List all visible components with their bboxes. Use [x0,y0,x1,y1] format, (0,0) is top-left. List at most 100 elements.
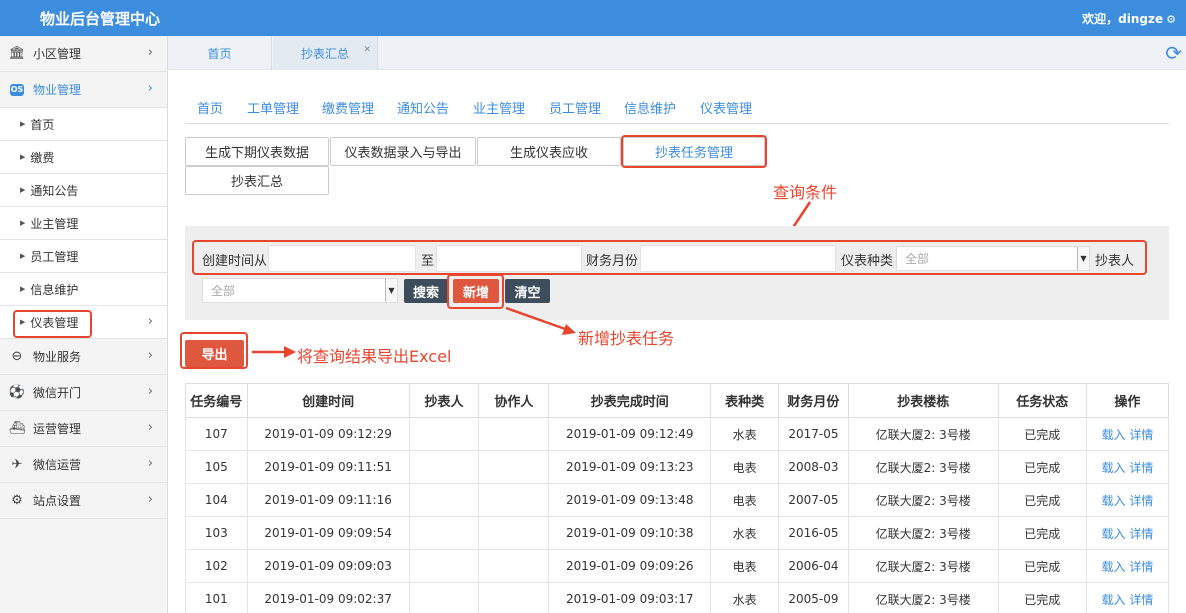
created-to-input[interactable] [436,245,582,272]
cell-created: 2019-01-09 09:11:16 [246,483,410,517]
load-link[interactable]: 载入 [1101,494,1125,508]
cell-actions: 载入 详情 [1085,417,1170,451]
triangle-right-icon: ▶ [20,186,26,194]
col-finished: 抄表完成时间 [548,383,712,418]
soccer-icon: ⚽ [8,385,26,400]
nav-meter[interactable]: 仪表管理 [700,98,752,117]
nav-owner[interactable]: 业主管理 [473,98,525,117]
cell-building: 亿联大厦2: 3号楼 [847,450,999,484]
col-actions: 操作 [1085,383,1170,418]
meter-type-select[interactable]: 全部 ▼ [896,246,1090,271]
sidebar-item-label: 物业服务 [33,350,82,364]
load-link[interactable]: 载入 [1101,560,1125,574]
created-from-input[interactable] [268,245,416,272]
load-link[interactable]: 载入 [1101,593,1125,607]
triangle-right-icon: ▶ [20,219,26,227]
cell-fin-month: 2006-04 [778,549,849,583]
cell-task-id: 103 [185,516,248,550]
load-link[interactable]: 载入 [1101,527,1125,541]
sidebar-item-label: 站点设置 [33,494,82,508]
refresh-icon[interactable]: ⟳ [1165,41,1182,65]
triangle-right-icon: ▶ [20,153,26,161]
sidebar-sub-staff[interactable]: ▶ 员工管理 [0,240,167,273]
cell-task-id: 107 [185,417,248,451]
table-row: 107 2019-01-09 09:12:29 2019-01-09 09:12:4… [185,417,1170,451]
cell-status: 已完成 [997,417,1087,451]
fin-month-input[interactable] [640,245,836,272]
sidebar-sub-label: 首页 [30,117,55,132]
detail-link[interactable]: 详情 [1129,428,1153,442]
cell-reader [408,582,480,613]
cell-fin-month: 2017-05 [778,417,849,451]
table-row: 102 2019-01-09 09:09:03 2019-01-09 09:09:2… [185,549,1170,583]
gen-meter-receivable-button[interactable]: 生成仪表应收 [477,137,621,166]
user-menu[interactable]: 欢迎，dingze ⚙ [1082,10,1176,27]
sidebar-item-label: 微信开门 [33,386,82,400]
detail-link[interactable]: 详情 [1129,527,1153,541]
sidebar-item-operation[interactable]: ⛴ 运营管理 › [0,411,167,447]
cell-reader [408,549,480,583]
reader-select[interactable]: 全部 ▼ [202,278,398,303]
chevron-right-icon: › [147,45,153,60]
tab-label: 抄表汇总 [300,46,349,61]
sidebar-item-property[interactable]: OS 物业管理 › [0,72,167,108]
sidebar-item-wechat-door[interactable]: ⚽ 微信开门 › [0,375,167,411]
sidebar-sub-payment[interactable]: ▶ 缴费 [0,141,167,174]
sidebar-sub-label: 员工管理 [30,249,79,264]
chevron-right-icon: › [147,492,153,507]
cell-building: 亿联大厦2: 3号楼 [847,549,999,583]
annotation-add-label: 新增抄表任务 [578,329,675,348]
tab-home[interactable]: 首页 [168,36,272,70]
cell-meter-type: 水表 [710,417,780,451]
nav-notice[interactable]: 通知公告 [397,98,449,117]
nav-staff[interactable]: 员工管理 [549,98,601,117]
table-row: 101 2019-01-09 09:02:37 2019-01-09 09:03:1… [185,582,1170,613]
cell-status: 已完成 [997,483,1087,517]
detail-link[interactable]: 详情 [1129,494,1153,508]
tab-meter-summary[interactable]: 抄表汇总 ✕ [273,36,378,70]
annotation-arrow-add [505,306,576,335]
cell-finished: 2019-01-09 09:12:49 [548,417,712,451]
meter-summary-button[interactable]: 抄表汇总 [185,166,329,195]
detail-link[interactable]: 详情 [1129,593,1153,607]
meter-type-value: 全部 [905,252,930,266]
sidebar-item-service[interactable]: ⊖ 物业服务 › [0,339,167,375]
clear-button[interactable]: 清空 [505,279,550,303]
annotation-box-add [447,274,504,309]
search-button[interactable]: 搜索 [404,279,448,303]
load-link[interactable]: 载入 [1101,428,1125,442]
cell-building: 亿联大厦2: 3号楼 [847,582,999,613]
sidebar-sub-home[interactable]: ▶ 首页 [0,108,167,141]
cell-task-id: 105 [185,450,248,484]
sidebar-sub-info[interactable]: ▶ 信息维护 [0,273,167,306]
cell-fin-month: 2008-03 [778,450,849,484]
load-link[interactable]: 载入 [1101,461,1125,475]
sidebar-sub-notice[interactable]: ▶ 通知公告 [0,174,167,207]
cell-created: 2019-01-09 09:02:37 [246,582,410,613]
sidebar-item-wechat-ops[interactable]: ✈ 微信运营 › [0,447,167,483]
cell-reader [408,450,480,484]
cell-finished: 2019-01-09 09:09:26 [548,549,712,583]
toggle-icon: ⊖ [11,349,23,364]
cell-finished: 2019-01-09 09:03:17 [548,582,712,613]
sidebar-sub-owner[interactable]: ▶ 业主管理 [0,207,167,240]
cell-reader [408,417,480,451]
detail-link[interactable]: 详情 [1129,461,1153,475]
close-icon[interactable]: ✕ [363,45,371,55]
nav-home[interactable]: 首页 [197,98,223,117]
nav-info[interactable]: 信息维护 [624,98,676,117]
nav-payment[interactable]: 缴费管理 [322,98,374,117]
sidebar-item-community[interactable]: 🏛 小区管理 › [0,36,167,72]
cell-status: 已完成 [997,516,1087,550]
col-fin-month: 财务月份 [778,383,849,418]
paper-plane-icon: ✈ [11,457,23,472]
annotation-box-task [621,135,767,168]
detail-link[interactable]: 详情 [1129,560,1153,574]
sidebar-item-site-settings[interactable]: ⚙ 站点设置 › [0,483,167,519]
cell-reader [408,483,480,517]
meter-entry-export-button[interactable]: 仪表数据录入与导出 [330,137,476,166]
nav-workorder[interactable]: 工单管理 [247,98,299,117]
gen-next-meter-button[interactable]: 生成下期仪表数据 [185,137,329,166]
app-title: 物业后台管理中心 [40,10,161,28]
cell-assistant [478,450,550,484]
